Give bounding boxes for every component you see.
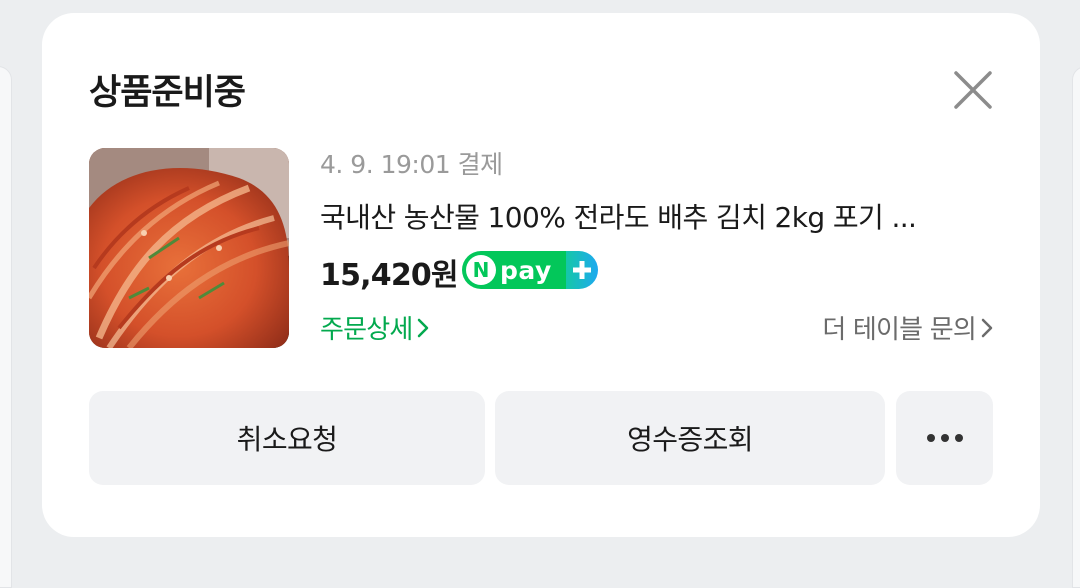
close-icon	[954, 71, 992, 109]
payment-datetime: 4. 9. 19:01 결제	[320, 150, 503, 179]
kimchi-image	[89, 148, 289, 348]
npay-word: pay	[500, 255, 552, 285]
adjacent-card-left	[0, 66, 12, 588]
plus-icon: +	[566, 251, 598, 289]
adjacent-card-right	[1072, 66, 1080, 588]
more-horizontal-icon	[926, 434, 963, 442]
close-button[interactable]	[950, 67, 996, 113]
order-detail-link[interactable]: 주문상세	[320, 309, 430, 346]
more-options-button[interactable]	[896, 391, 993, 485]
npay-main: N pay	[462, 251, 566, 289]
naver-n-icon: N	[466, 255, 496, 285]
product-name[interactable]: 국내산 농산물 100% 전라도 배추 김치 2kg 포기 ...	[320, 196, 1000, 236]
seller-inquiry-link[interactable]: 더 테이블 문의	[822, 309, 994, 346]
chevron-right-icon	[981, 318, 993, 337]
seller-inquiry-label: 더 테이블 문의	[822, 315, 976, 345]
order-card: 상품준비중 4. 9. 19:01 결제 국내산 농산물 100% 전라도 배추…	[42, 13, 1040, 537]
npay-plus-badge: N pay +	[462, 251, 598, 289]
chevron-right-icon	[418, 318, 429, 337]
order-detail-label: 주문상세	[320, 315, 413, 345]
cancel-request-button[interactable]: 취소요청	[89, 391, 485, 485]
product-thumbnail[interactable]	[89, 148, 289, 348]
receipt-view-button[interactable]: 영수증조회	[495, 391, 885, 485]
order-status-title: 상품준비중	[89, 73, 246, 113]
product-price: 15,420원	[320, 258, 459, 293]
